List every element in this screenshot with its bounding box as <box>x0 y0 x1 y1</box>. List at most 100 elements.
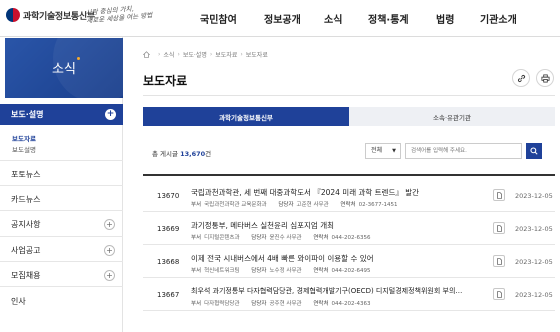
sidebar-title: 소식 <box>52 62 76 77</box>
breadcrumb-item[interactable]: 보도·설명 <box>183 50 207 59</box>
breadcrumb-item[interactable]: 보도자료 <box>215 50 237 59</box>
nav-item-disclosure[interactable]: 정보공개 <box>264 11 301 26</box>
expand-icon[interactable]: + <box>104 270 115 281</box>
phone-value: 044-202-6495 <box>331 268 371 274</box>
row-meta: 부서 다자협력담당관 담당자 공주현 사무관 연락처 044-202-4363 <box>191 299 374 307</box>
row-date: 2023-12-05 <box>515 225 553 233</box>
sidebar-item-card-news[interactable]: 카드뉴스 <box>11 194 40 205</box>
attachment-button[interactable] <box>493 222 505 234</box>
sidebar-item-notice[interactable]: 공지사항 <box>11 219 40 230</box>
print-button[interactable] <box>536 69 554 87</box>
row-date: 2023-12-05 <box>515 291 553 299</box>
sidebar: 소식 보도·설명 + 보도자료 보도설명 포토뉴스 카드뉴스 공지사항 + 사업… <box>0 37 123 332</box>
accent-dot-icon <box>77 57 80 60</box>
home-icon[interactable] <box>143 51 150 58</box>
total-number: 13,670 <box>180 150 206 158</box>
site-header: 과학기술정보통신부 사람 중심의 가치, 새로운 세상을 여는 방법 국민참여 … <box>0 0 560 37</box>
attachment-icon <box>496 257 502 265</box>
tab-ministry[interactable]: 과학기술정보통신부 <box>143 107 349 126</box>
list-top-border <box>143 174 555 176</box>
breadcrumb-item[interactable]: 보도자료 <box>246 50 268 59</box>
row-number: 13669 <box>157 225 180 233</box>
nav-item-about[interactable]: 기관소개 <box>480 11 517 26</box>
search-input[interactable] <box>405 143 522 159</box>
phone-label: 연락처 <box>313 235 329 241</box>
select-value: 전체 <box>371 147 383 154</box>
manager-label: 담당자 <box>278 202 294 208</box>
row-title-link[interactable]: 국립과천과학관, 세 번째 대중과학도서 『2024 미래 과학 트렌드』 발간 <box>191 187 419 198</box>
nav-item-news[interactable]: 소식 <box>324 11 342 26</box>
title-actions <box>506 69 554 87</box>
phone-value: 044-202-4363 <box>331 301 371 307</box>
manager-value: 공주현 사무관 <box>269 301 302 307</box>
logo-text: 과학기술정보통신부 <box>23 11 95 22</box>
page-title: 보도자료 <box>143 74 188 88</box>
dept-label: 부서 <box>191 268 202 274</box>
total-suffix: 건 <box>205 150 212 158</box>
attachment-icon <box>496 224 502 232</box>
nav-item-policy[interactable]: 정책·통계 <box>368 11 409 26</box>
row-meta: 부서 국립과천과학관 교육문화과 담당자 고준현 사무관 연락처 02-3677-14… <box>191 200 401 208</box>
site-logo[interactable]: 과학기술정보통신부 <box>6 8 95 22</box>
row-number: 13670 <box>157 192 180 200</box>
manager-label: 담당자 <box>251 301 267 307</box>
row-date: 2023-12-05 <box>515 258 553 266</box>
breadcrumb-separator: › <box>240 51 243 58</box>
divider <box>0 261 123 262</box>
slogan: 사람 중심의 가치, 새로운 세상을 여는 방법 <box>85 3 152 25</box>
sidebar-subitem-press-release[interactable]: 보도자료 <box>12 133 36 143</box>
tab-affiliated[interactable]: 소속·유관기관 <box>349 107 555 126</box>
attachment-button[interactable] <box>493 189 505 201</box>
manager-value: 고준현 사무관 <box>296 202 329 208</box>
total-count: 총 게시글 13,670건 <box>152 148 211 158</box>
breadcrumb: › 소식 › 보도·설명 › 보도자료 › 보도자료 <box>143 50 268 59</box>
dept-label: 부서 <box>191 235 202 241</box>
divider <box>0 210 123 211</box>
sidebar-item-press[interactable]: 보도·설명 + <box>0 104 123 125</box>
sidebar-item-business-notice[interactable]: 사업공고 <box>11 245 40 256</box>
link-icon <box>517 74 525 82</box>
breadcrumb-separator: › <box>177 51 180 58</box>
row-number: 13667 <box>157 291 180 299</box>
chevron-down-icon: ▼ <box>392 148 396 154</box>
table-row[interactable]: 13669 과기정통부, 메타버스 실천윤리 심포지엄 개최 부서 디지털콘텐츠과… <box>143 213 555 245</box>
sidebar-item-recruitment[interactable]: 모집채용 <box>11 270 40 281</box>
row-date: 2023-12-05 <box>515 192 553 200</box>
row-title-link[interactable]: 이제 전국 시내버스에서 4배 빠른 와이파이 이용할 수 있어 <box>191 253 374 264</box>
divider <box>0 185 123 186</box>
dept-value: 국립과천과학관 교육문화과 <box>204 202 267 208</box>
attachment-icon <box>496 290 502 298</box>
expand-icon[interactable]: + <box>104 245 115 256</box>
phone-label: 연락처 <box>313 268 329 274</box>
attachment-button[interactable] <box>493 288 505 300</box>
attachment-button[interactable] <box>493 255 505 267</box>
row-number: 13668 <box>157 258 180 266</box>
divider <box>0 160 123 161</box>
dept-label: 부서 <box>191 301 202 307</box>
row-title-link[interactable]: 과기정통부, 메타버스 실천윤리 심포지엄 개최 <box>191 220 334 231</box>
manager-value: 윤진수 사무관 <box>269 235 302 241</box>
nav-item-participation[interactable]: 국민참여 <box>200 11 237 26</box>
table-row[interactable]: 13667 최우석 과기정통부 다자협력담당관, 경제협력개발기구(OECD) … <box>143 279 555 311</box>
nav-item-law[interactable]: 법령 <box>436 11 454 26</box>
sidebar-item-photo-news[interactable]: 포토뉴스 <box>11 169 40 180</box>
collapse-icon[interactable]: + <box>105 109 116 120</box>
manager-value: 노수정 사무관 <box>269 268 302 274</box>
search-icon <box>530 147 538 155</box>
sidebar-item-personnel[interactable]: 인사 <box>11 296 26 307</box>
sidebar-subitem-press-explanation[interactable]: 보도설명 <box>12 144 36 154</box>
phone-value: 02-3677-1451 <box>358 202 398 208</box>
share-button[interactable] <box>512 69 530 87</box>
table-row[interactable]: 13668 이제 전국 시내버스에서 4배 빠른 와이파이 이용할 수 있어 부… <box>143 246 555 278</box>
search-scope-select[interactable]: 전체 ▼ <box>365 143 401 159</box>
row-meta: 부서 혁신네트워크팀 담당자 노수정 사무관 연락처 044-202-6495 <box>191 266 374 274</box>
search-button[interactable] <box>526 143 542 159</box>
row-title-link[interactable]: 최우석 과기정통부 다자협력담당관, 경제협력개발기구(OECD) 디지털경제정… <box>191 286 462 296</box>
table-row[interactable]: 13670 국립과천과학관, 세 번째 대중과학도서 『2024 미래 과학 트… <box>143 180 555 212</box>
breadcrumb-separator: › <box>209 51 213 58</box>
sidebar-banner: 소식 <box>5 38 123 98</box>
dept-value: 다자협력담당관 <box>204 301 240 307</box>
divider <box>0 286 123 287</box>
expand-icon[interactable]: + <box>104 219 115 230</box>
breadcrumb-item[interactable]: 소식 <box>163 50 174 59</box>
